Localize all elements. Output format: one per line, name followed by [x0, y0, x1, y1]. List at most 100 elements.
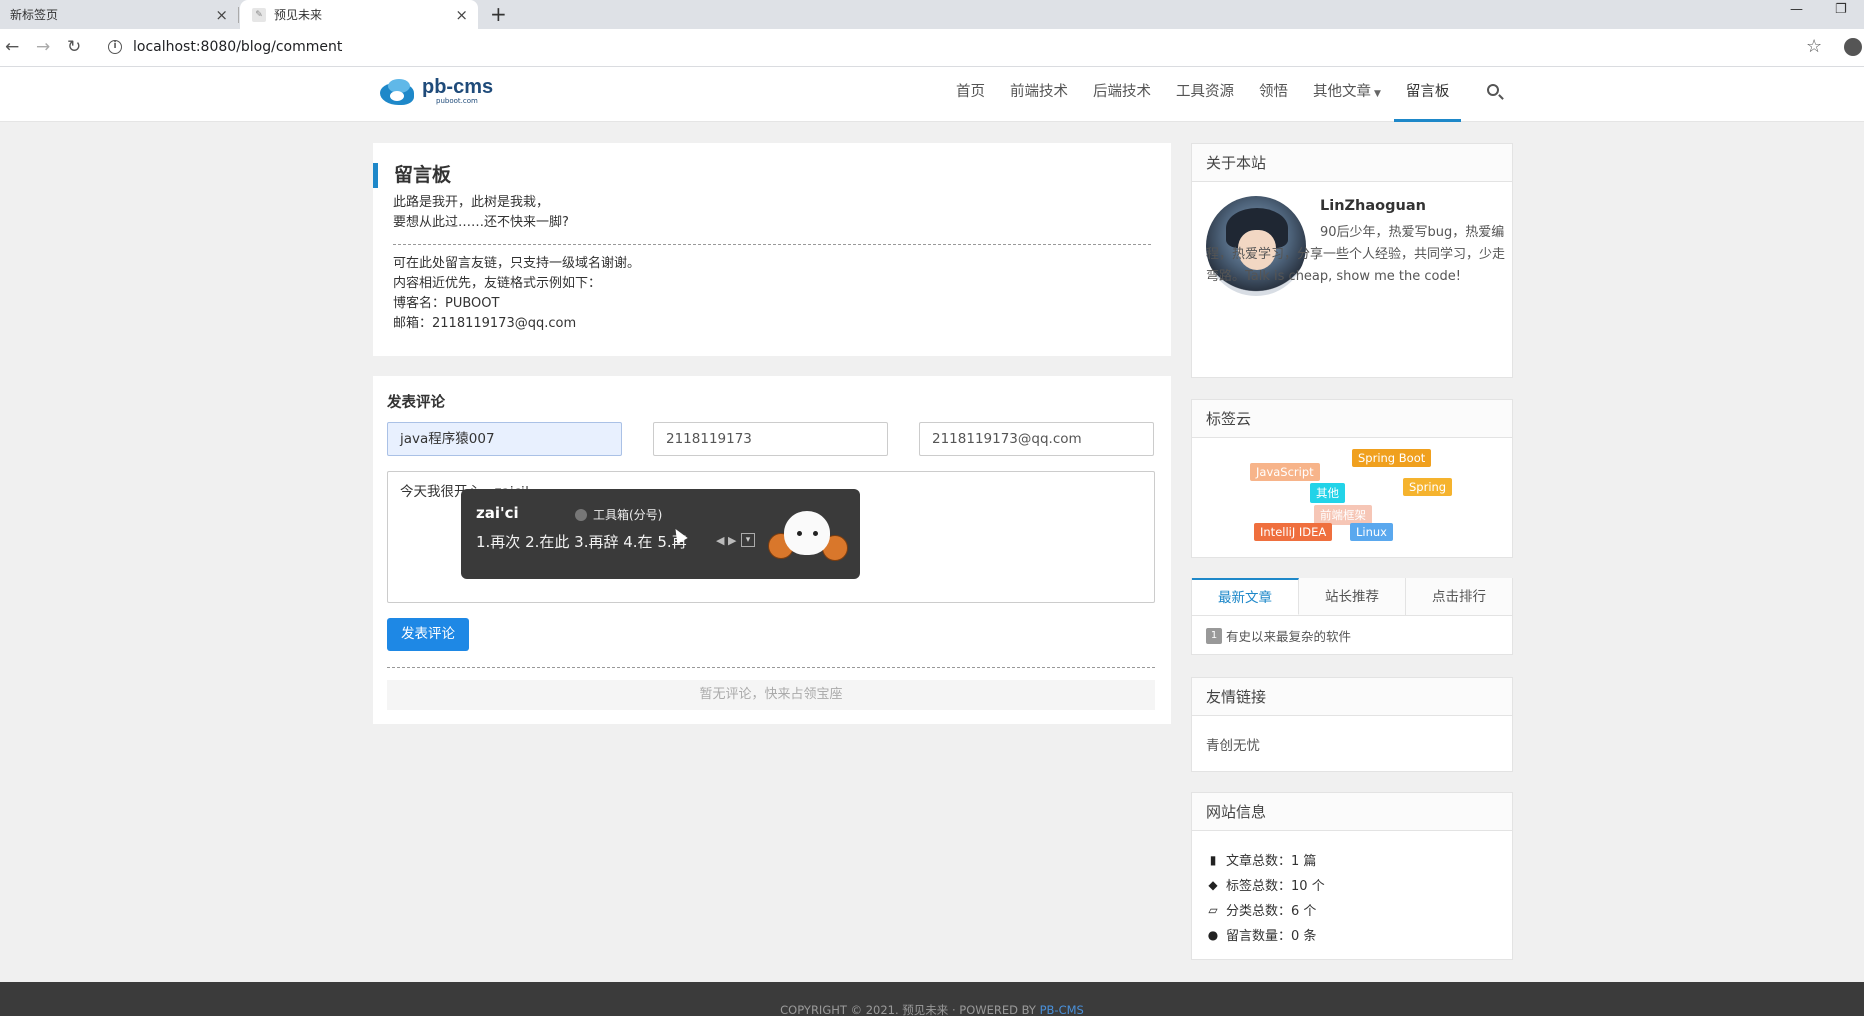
caret-down-icon: ▼	[1374, 89, 1381, 99]
tab-recommended[interactable]: 站长推荐	[1299, 578, 1406, 615]
tab-separator	[238, 7, 239, 23]
nav-insight[interactable]: 领悟	[1259, 67, 1288, 122]
submit-comment-button[interactable]: 发表评论	[387, 618, 469, 651]
divider	[387, 667, 1155, 668]
article-tabs-card: 最新文章 站长推荐 点击排行 1 有史以来最复杂的软件	[1191, 578, 1513, 655]
board-line: 要想从此过……还不快来一脚?	[393, 215, 569, 230]
article-title: 有史以来最复杂的软件	[1226, 629, 1352, 644]
powered-by-link[interactable]: PB-CMS	[1040, 1003, 1084, 1016]
board-info-line: 邮箱：2118119173@qq.com	[393, 316, 577, 331]
guestbook-card: 留言板 此路是我开，此树是我栽， 要想从此过……还不快来一脚? 可在此处留言友链…	[373, 143, 1171, 356]
info-value: 10 个	[1291, 879, 1325, 894]
nav-frontend[interactable]: 前端技术	[1010, 67, 1068, 122]
search-icon[interactable]	[1487, 84, 1499, 96]
about-header: 关于本站	[1192, 144, 1512, 182]
site-info-icon[interactable]: i	[108, 40, 122, 54]
site-logo[interactable]: pb-cms puboot.com	[378, 77, 493, 107]
comment-form-title: 发表评论	[387, 395, 445, 411]
folder-icon: ▱	[1208, 902, 1218, 917]
browser-tab-active[interactable]: ✎ 预见未来 ×	[240, 0, 478, 29]
close-tab-icon[interactable]: ×	[455, 6, 468, 24]
site-header: pb-cms puboot.com 首页 前端技术 后端技术 工具资源 领悟 其…	[0, 67, 1864, 122]
toolbox-icon	[575, 508, 587, 521]
browser-tab-newtab[interactable]: 新标签页 ×	[0, 0, 238, 29]
tab-title: 预见未来	[274, 8, 323, 22]
tab-latest[interactable]: 最新文章	[1192, 578, 1299, 615]
info-label: 分类总数：	[1226, 904, 1292, 919]
ime-toolbox-label: 工具箱(分号)	[593, 508, 663, 522]
nav-other-label: 其他文章	[1313, 84, 1371, 100]
ime-toolbox[interactable]: 工具箱(分号)	[575, 506, 662, 523]
email-field[interactable]: 2118119173@qq.com	[919, 422, 1154, 456]
tag-other[interactable]: 其他	[1310, 483, 1345, 503]
main-nav: 首页 前端技术 后端技术 工具资源 领悟 其他文章 ▼ 留言板	[956, 67, 1474, 122]
ime-candidates[interactable]: 1.再次 2.在此 3.再辞 4.在 5.再	[476, 531, 687, 552]
page-title: 留言板	[373, 163, 451, 188]
ime-candidate-popup: zai'ci 工具箱(分号) 1.再次 2.在此 3.再辞 4.在 5.再 ◀ …	[461, 489, 860, 579]
nav-other[interactable]: 其他文章 ▼	[1313, 67, 1381, 122]
ime-pinyin: zai'ci	[476, 504, 519, 522]
site-info-card: 网站信息 ▮ 文章总数： 1 篇 ◆ 标签总数： 10 个 ▱ 分类总数： 6 …	[1191, 792, 1513, 960]
comments-icon: ●	[1207, 927, 1219, 942]
new-tab-icon[interactable]: +	[490, 2, 507, 26]
friend-links-header: 友情链接	[1192, 678, 1512, 716]
nav-backend[interactable]: 后端技术	[1093, 67, 1151, 122]
tag-spring[interactable]: Spring	[1403, 478, 1453, 496]
tab-title: 新标签页	[10, 8, 59, 22]
ime-expand-icon[interactable]: ▾	[741, 533, 755, 547]
forward-icon[interactable]: →	[36, 37, 50, 57]
about-card: 关于本站 LinZhaoguan 90后少年，热爱写bug，热爱编程，热爱学习，…	[1191, 143, 1513, 378]
tagcloud-header: 标签云	[1192, 400, 1512, 438]
minimize-icon[interactable]: —	[1790, 2, 1803, 17]
tag-intellij-idea[interactable]: IntelliJ IDEA	[1254, 523, 1333, 541]
author-name: LinZhaoguan	[1320, 198, 1426, 214]
url-field[interactable]: localhost:8080/blog/comment	[133, 39, 342, 55]
info-value: 1 篇	[1291, 854, 1317, 869]
back-icon[interactable]: ←	[5, 37, 19, 57]
tag-javascript[interactable]: JavaScript	[1250, 463, 1320, 481]
tag-frontend-frameworks[interactable]: 前端框架	[1314, 505, 1372, 525]
site-footer: COPYRIGHT © 2021. 预见未来 · POWERED BY PB-C…	[0, 982, 1864, 1016]
article-tabs: 最新文章 站长推荐 点击排行	[1192, 578, 1512, 616]
nickname-field[interactable]: java程序猿007	[387, 422, 622, 456]
file-icon: ▮	[1209, 852, 1217, 867]
nav-guestbook[interactable]: 留言板	[1394, 67, 1461, 122]
qq-field[interactable]: 2118119173	[653, 422, 888, 456]
restore-icon[interactable]: ❐	[1835, 2, 1847, 17]
bookmark-star-icon[interactable]: ☆	[1806, 36, 1822, 57]
address-bar: ← → ↻ i localhost:8080/blog/comment ☆	[0, 29, 1864, 67]
tab-most-clicked[interactable]: 点击排行	[1406, 578, 1512, 615]
friend-link[interactable]: 青创无忧	[1206, 734, 1260, 754]
info-label: 留言数量：	[1226, 929, 1292, 944]
ime-page-arrows-icon[interactable]: ◀ ▶	[716, 534, 736, 547]
info-row-categories: ▱ 分类总数： 6 个	[1206, 900, 1317, 920]
close-tab-icon[interactable]: ×	[215, 6, 228, 24]
tags-icon: ◆	[1208, 877, 1218, 892]
profile-avatar-icon[interactable]	[1844, 38, 1862, 56]
info-value: 6 个	[1291, 904, 1317, 919]
article-list-item[interactable]: 1 有史以来最复杂的软件	[1206, 626, 1351, 645]
board-info-line: 博客名：PUBOOT	[393, 296, 500, 311]
info-label: 标签总数：	[1226, 879, 1292, 894]
footer-copyright: COPYRIGHT © 2021. 预见未来 · POWERED BY PB-C…	[0, 1002, 1864, 1016]
logo-wave-icon	[378, 77, 418, 107]
ime-mascot-icon	[766, 495, 848, 575]
info-value: 0 条	[1291, 929, 1317, 944]
tag-spring-boot[interactable]: Spring Boot	[1352, 449, 1432, 467]
divider	[393, 244, 1151, 245]
tag-linux[interactable]: Linux	[1350, 523, 1393, 541]
empty-comments-hint: 暂无评论，快来占领宝座	[387, 680, 1155, 710]
board-info-line: 可在此处留言友链，只支持一级域名谢谢。	[393, 256, 641, 271]
nav-home[interactable]: 首页	[956, 67, 985, 122]
board-info-line: 内容相近优先，友链格式示例如下：	[393, 276, 602, 291]
site-info-header: 网站信息	[1192, 793, 1512, 831]
author-description: 90后少年，热爱写bug，热爱编程，热爱学习，分享一些个人经验，共同学习，少走弯…	[1206, 225, 1506, 284]
logo-subtitle: puboot.com	[436, 97, 478, 105]
info-row-tags: ◆ 标签总数： 10 个	[1206, 875, 1325, 895]
copyright-text: COPYRIGHT © 2021. 预见未来 · POWERED BY	[780, 1003, 1040, 1016]
info-row-comments: ● 留言数量： 0 条	[1206, 925, 1317, 945]
reload-icon[interactable]: ↻	[67, 37, 81, 57]
info-label: 文章总数：	[1226, 854, 1292, 869]
logo-name: pb-cms	[422, 76, 494, 98]
nav-tools[interactable]: 工具资源	[1176, 67, 1234, 122]
